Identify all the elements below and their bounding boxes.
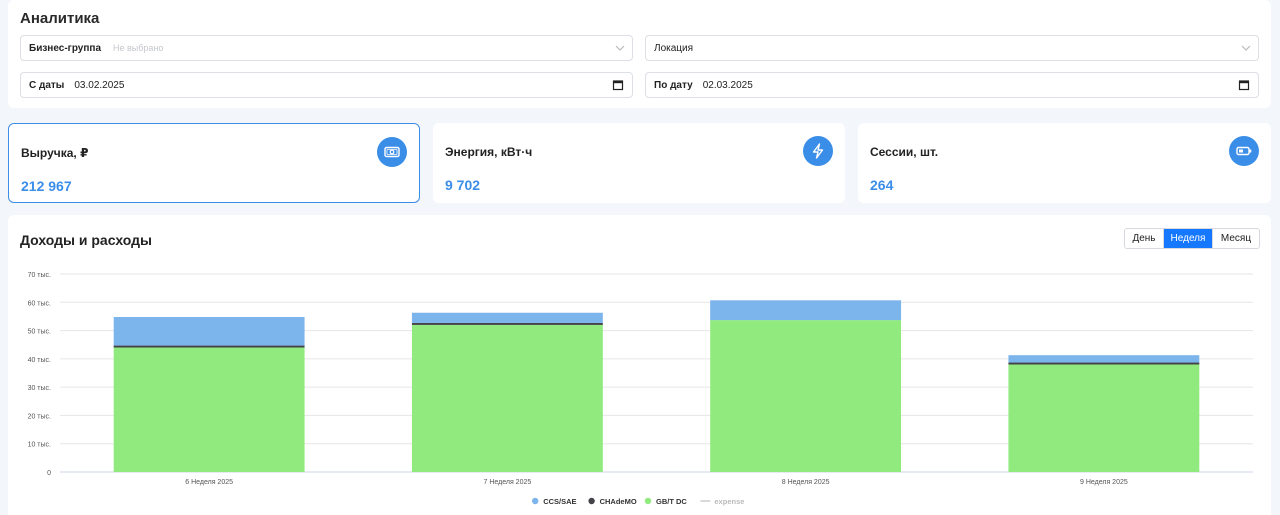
date-from-input[interactable]: С даты 03.02.2025	[20, 72, 633, 98]
date-to-value: 02.03.2025	[702, 79, 753, 91]
date-from-label: С даты	[29, 79, 65, 91]
business-group-select[interactable]: Бизнес-группа Не выбрано	[20, 35, 633, 61]
kpi-card-revenue[interactable]: Выручка, ₽ 212 967	[8, 123, 420, 203]
chevron-down-icon	[1241, 45, 1251, 51]
lightning-icon	[803, 136, 833, 166]
business-group-placeholder: Не выбрано	[113, 43, 164, 53]
income-expense-chart-card: Доходы и расходы День Неделя Месяц	[8, 215, 1271, 515]
calendar-icon[interactable]	[1238, 79, 1250, 91]
location-select[interactable]: Локация	[645, 35, 1259, 61]
filters-panel: Аналитика Бизнес-группа Не выбрано Локац…	[8, 0, 1271, 108]
kpi-value: 9 702	[445, 177, 481, 193]
chart-title: Доходы и расходы	[20, 232, 152, 248]
battery-icon	[1229, 136, 1259, 166]
location-label: Локация	[654, 42, 694, 54]
date-to-input[interactable]: По дату 02.03.2025	[645, 72, 1259, 98]
kpi-title: Выручка, ₽	[21, 146, 89, 160]
kpi-title: Энергия, кВт·ч	[445, 145, 533, 159]
calendar-icon[interactable]	[612, 79, 624, 91]
kpi-value: 212 967	[21, 178, 72, 194]
date-to-label: По дату	[654, 79, 693, 91]
kpi-title: Сессии, шт.	[870, 145, 939, 159]
kpi-card-sessions[interactable]: Сессии, шт. 264	[858, 123, 1271, 203]
kpi-value: 264	[870, 177, 894, 193]
period-switcher: День Неделя Месяц	[1124, 228, 1260, 249]
filters-title: Аналитика	[20, 10, 100, 27]
period-month-button[interactable]: Месяц	[1213, 229, 1259, 248]
kpi-card-energy[interactable]: Энергия, кВт·ч 9 702	[433, 123, 845, 203]
date-from-value: 03.02.2025	[74, 79, 125, 91]
business-group-label: Бизнес-группа	[29, 42, 102, 54]
period-week-button[interactable]: Неделя	[1164, 229, 1213, 248]
chevron-down-icon	[615, 45, 625, 51]
period-day-button[interactable]: День	[1125, 229, 1164, 248]
money-icon	[377, 137, 407, 167]
